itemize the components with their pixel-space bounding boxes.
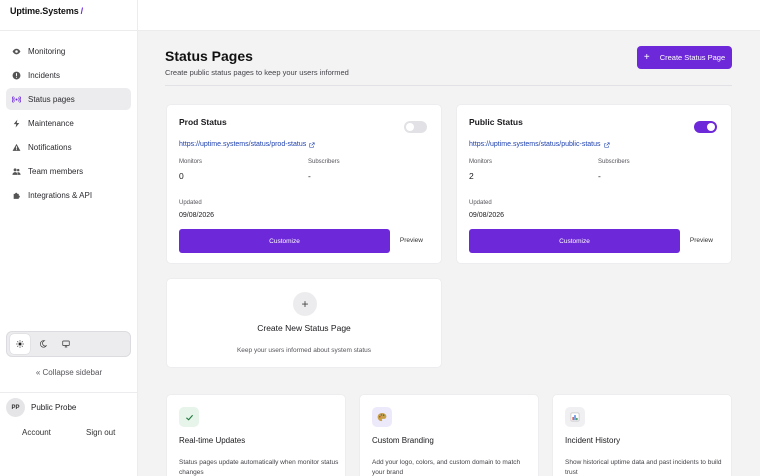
- warning-triangle-icon: [12, 143, 21, 152]
- monitors-value: 0: [179, 171, 184, 181]
- broadcast-icon: [12, 95, 21, 104]
- subscribers-label: Subscribers: [308, 159, 340, 165]
- status-page-title: Public Status: [469, 117, 523, 127]
- external-link-icon: [603, 141, 610, 148]
- theme-dark-button[interactable]: [33, 334, 53, 354]
- theme-light-button[interactable]: [10, 334, 30, 354]
- alert-circle-icon: [12, 71, 21, 80]
- theme-system-button[interactable]: [56, 334, 76, 354]
- collapse-sidebar-button[interactable]: « Collapse sidebar: [0, 368, 138, 377]
- theme-switcher: [6, 331, 131, 357]
- status-page-url-text: https://uptime.systems/status/prod-statu…: [179, 141, 307, 148]
- user-name: Public Probe: [31, 403, 77, 412]
- feature-description: Show historical uptime data and past inc…: [565, 459, 722, 476]
- sidebar-item-label: Incidents: [28, 70, 61, 80]
- updated-label: Updated: [179, 200, 202, 206]
- subscribers-value: -: [598, 171, 601, 181]
- brand-name: Uptime.Systems: [10, 6, 79, 16]
- external-link-icon: [309, 141, 315, 148]
- top-bar: [138, 0, 760, 31]
- monitor-icon: [62, 340, 70, 348]
- sidebar-item-label: Maintenance: [28, 118, 74, 128]
- page-subtitle: Create public status pages to keep your …: [165, 68, 349, 77]
- bolt-icon: [12, 119, 21, 128]
- updated-value: 09/08/2026: [179, 212, 215, 219]
- status-page-url[interactable]: https://uptime.systems/status/prod-statu…: [179, 141, 315, 148]
- moon-icon: [40, 340, 47, 348]
- toggle-knob: [406, 123, 414, 131]
- monitors-label: Monitors: [179, 159, 203, 165]
- feature-title: Custom Branding: [372, 436, 434, 445]
- puzzle-icon: [12, 191, 21, 200]
- status-page-card-prod: Prod Status https://uptime.systems/statu…: [166, 104, 442, 264]
- preview-link[interactable]: Preview: [690, 237, 713, 244]
- customize-button[interactable]: Customize: [179, 229, 390, 253]
- sidebar-item-label: Monitoring: [28, 46, 66, 56]
- sidebar: Uptime.Systems / Monitoring Incidents Sta…: [0, 0, 138, 476]
- subscribers-value: -: [308, 171, 311, 181]
- status-page-toggle[interactable]: [404, 121, 427, 133]
- plus-icon: +: [643, 51, 650, 63]
- sidebar-item-label: Notifications: [28, 142, 72, 152]
- sun-icon: [16, 340, 24, 348]
- feature-title: Real-time Updates: [179, 436, 246, 445]
- status-page-toggle[interactable]: [694, 121, 717, 133]
- sidebar-nav: Monitoring Incidents Status pages Mainte…: [6, 40, 131, 208]
- sidebar-item-status-pages[interactable]: Status pages: [6, 88, 131, 110]
- feature-card-realtime: Real-time Updates Status pages update au…: [166, 394, 346, 476]
- sidebar-item-label: Integrations & API: [28, 190, 93, 200]
- page-title: Status Pages: [165, 48, 253, 64]
- monitors-label: Monitors: [469, 159, 493, 165]
- sidebar-item-team-members[interactable]: Team members: [6, 160, 131, 182]
- feature-card-branding: Custom Branding Add your logo, colors, a…: [359, 394, 539, 476]
- brand-slash: /: [80, 6, 84, 16]
- sign-out-link[interactable]: Sign out: [86, 428, 115, 437]
- preview-link[interactable]: Preview: [400, 237, 423, 244]
- feature-description: Status pages update automatically when m…: [179, 459, 339, 476]
- feature-description: Add your logo, colors, and custom domain…: [372, 459, 521, 476]
- sidebar-item-maintenance[interactable]: Maintenance: [6, 112, 131, 134]
- header-divider: [165, 85, 732, 86]
- status-page-url-text: https://uptime.systems/status/public-sta…: [469, 141, 601, 148]
- subscribers-label: Subscribers: [598, 159, 630, 165]
- feature-card-history: Incident History Show historical uptime …: [552, 394, 732, 476]
- feature-title: Incident History: [565, 436, 621, 445]
- create-new-subtitle: Keep your users informed about system st…: [236, 347, 372, 354]
- toggle-knob: [707, 123, 715, 131]
- sidebar-item-notifications[interactable]: Notifications: [6, 136, 131, 158]
- account-link[interactable]: Account: [22, 428, 51, 437]
- users-icon: [12, 167, 21, 176]
- create-new-title: Create New Status Page: [257, 323, 351, 333]
- avatar[interactable]: PP: [6, 398, 25, 417]
- brand-divider: [0, 30, 138, 31]
- updated-label: Updated: [469, 200, 492, 206]
- updated-value: 09/08/2026: [469, 212, 505, 219]
- check-icon: [179, 407, 199, 427]
- palette-icon: [372, 407, 392, 427]
- create-new-status-page-card[interactable]: + Create New Status Page Keep your users…: [166, 278, 442, 368]
- status-page-title: Prod Status: [179, 117, 227, 127]
- sidebar-item-incidents[interactable]: Incidents: [6, 64, 131, 86]
- create-status-page-button[interactable]: + Create Status Page: [637, 46, 732, 69]
- create-status-page-label: Create Status Page: [659, 53, 726, 62]
- sidebar-item-integrations[interactable]: Integrations & API: [6, 184, 131, 206]
- status-page-card-public: Public Status https://uptime.systems/sta…: [456, 104, 732, 264]
- sidebar-item-label: Status pages: [28, 94, 75, 104]
- plus-icon: +: [293, 292, 317, 316]
- sidebar-item-label: Team members: [28, 166, 84, 176]
- sidebar-item-monitoring[interactable]: Monitoring: [6, 40, 131, 62]
- eye-icon: [12, 47, 21, 56]
- monitors-value: 2: [469, 171, 474, 181]
- customize-button[interactable]: Customize: [469, 229, 680, 253]
- user-divider: [0, 392, 138, 393]
- status-page-url[interactable]: https://uptime.systems/status/public-sta…: [469, 141, 610, 148]
- brand-logo[interactable]: Uptime.Systems /: [10, 6, 83, 16]
- bar-chart-icon: [565, 407, 585, 427]
